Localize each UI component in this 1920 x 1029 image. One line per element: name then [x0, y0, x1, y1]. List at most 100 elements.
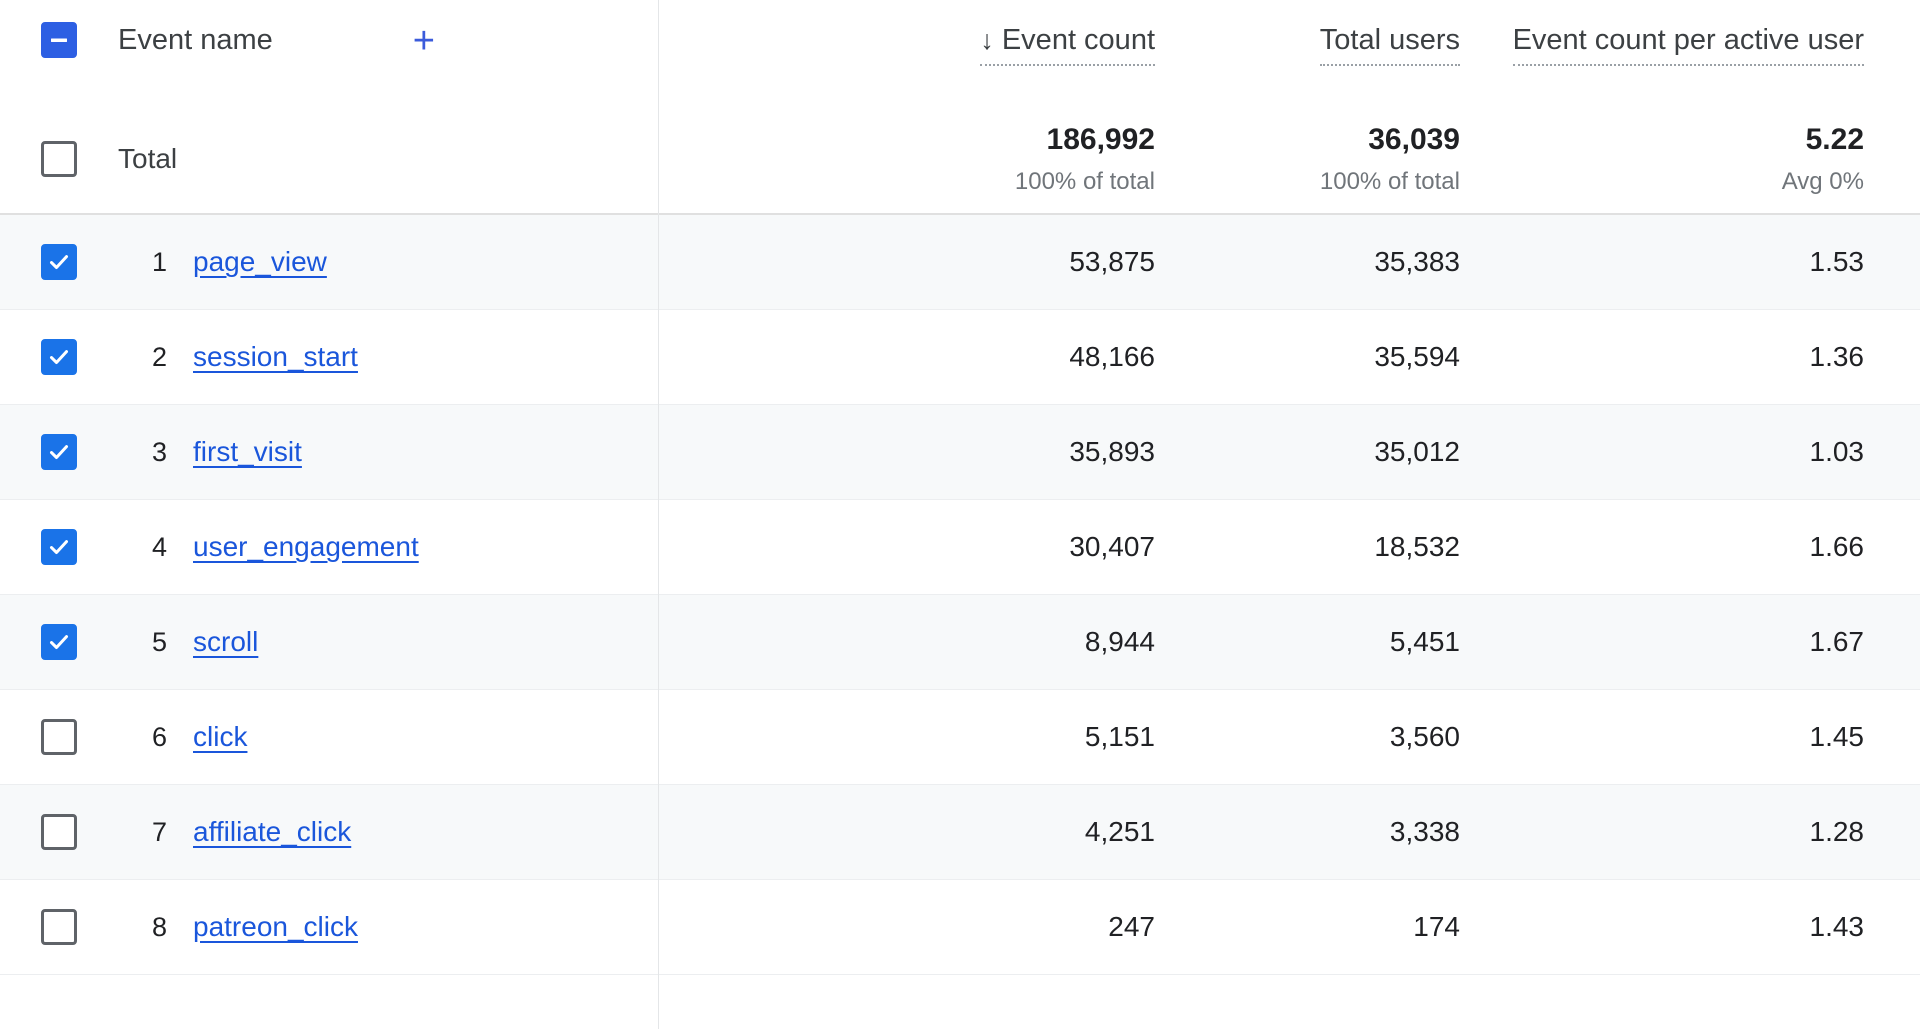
table-row[interactable]: 4 user_engagement 30,407 18,532 1.66 — [0, 500, 1920, 595]
row-checkbox-cell[interactable] — [0, 529, 118, 565]
row-total-users: 3,338 — [1389, 816, 1460, 847]
row-index: 8 — [152, 911, 168, 942]
row-index: 3 — [152, 436, 168, 467]
row-event-name-cell: patreon_click — [193, 911, 855, 943]
total-row-label: Total — [118, 143, 178, 174]
row-total-users: 35,012 — [1374, 436, 1460, 467]
table-row[interactable]: 8 patreon_click 247 174 1.43 — [0, 880, 1920, 975]
row-checkbox[interactable] — [41, 244, 77, 280]
event-name-link[interactable]: click — [193, 721, 247, 752]
row-index: 1 — [152, 246, 168, 277]
table-row[interactable]: 3 first_visit 35,893 35,012 1.03 — [0, 405, 1920, 500]
total-per-active-user-stack: 5.22 Avg 0% — [1460, 123, 1864, 196]
select-all-checkbox-cell[interactable] — [0, 0, 118, 58]
add-dimension-icon[interactable]: + — [413, 22, 435, 60]
row-event-name-cell: first_visit — [193, 436, 855, 468]
event-name-link[interactable]: user_engagement — [193, 531, 419, 562]
row-per-active-user: 1.66 — [1809, 531, 1865, 562]
total-total-users-sub: 100% of total — [1319, 167, 1460, 195]
row-event-name-cell: page_view — [193, 246, 855, 278]
row-checkbox-cell[interactable] — [0, 814, 118, 850]
total-row-checkbox[interactable] — [41, 141, 77, 177]
total-per-active-user-sub: Avg 0% — [1781, 167, 1864, 195]
row-event-count: 5,151 — [1084, 721, 1155, 752]
row-per-active-user: 1.03 — [1809, 436, 1865, 467]
row-checkbox[interactable] — [41, 529, 77, 565]
row-index: 5 — [152, 626, 168, 657]
row-per-active-user: 1.53 — [1809, 246, 1865, 277]
row-event-count: 35,893 — [1069, 436, 1155, 467]
row-checkbox[interactable] — [41, 624, 77, 660]
row-checkbox[interactable] — [41, 909, 77, 945]
metric-header-event-count[interactable]: ↓ Event count — [855, 0, 1155, 66]
event-name-link[interactable]: affiliate_click — [193, 816, 351, 847]
row-index: 7 — [152, 816, 168, 847]
metric-header-event-count-label: Event count — [1001, 24, 1155, 56]
table-row[interactable]: 5 scroll 8,944 5,451 1.67 — [0, 595, 1920, 690]
table-total-row: Total 186,992 100% of total 36,039 100% … — [0, 105, 1920, 215]
row-checkbox-cell[interactable] — [0, 434, 118, 470]
total-event-count-stack: 186,992 100% of total — [855, 123, 1155, 196]
row-event-name-cell: click — [193, 721, 855, 753]
metric-header-per-active-user[interactable]: Event count per active user — [1460, 0, 1920, 66]
row-event-name-cell: session_start — [193, 341, 855, 373]
table-row[interactable]: 7 affiliate_click 4,251 3,338 1.28 — [0, 785, 1920, 880]
event-name-link[interactable]: page_view — [193, 246, 327, 277]
row-per-active-user: 1.45 — [1809, 721, 1865, 752]
metric-header-per-active-user-inner: Event count per active user — [1512, 24, 1864, 66]
event-name-link[interactable]: scroll — [193, 626, 258, 657]
row-event-name-cell: scroll — [193, 626, 855, 658]
row-per-active-user: 1.43 — [1809, 911, 1865, 942]
row-index: 2 — [152, 341, 168, 372]
row-checkbox-cell[interactable] — [0, 719, 118, 755]
metric-header-per-active-user-label: Event count per active user — [1512, 24, 1864, 56]
events-table: Event name + ↓ Event count Total users Ev… — [0, 0, 1920, 1029]
row-total-users: 18,532 — [1374, 531, 1460, 562]
row-checkbox-cell[interactable] — [0, 909, 118, 945]
select-all-checkbox[interactable] — [41, 22, 77, 58]
total-event-count-sub: 100% of total — [1014, 167, 1155, 195]
total-per-active-user-cell: 5.22 Avg 0% — [1460, 123, 1920, 196]
sort-descending-icon[interactable]: ↓ — [980, 25, 994, 56]
table-row[interactable]: 2 session_start 48,166 35,594 1.36 — [0, 310, 1920, 405]
row-checkbox-cell[interactable] — [0, 244, 118, 280]
row-event-count: 247 — [1108, 911, 1155, 942]
event-name-link[interactable]: session_start — [193, 341, 358, 372]
metric-header-event-count-inner: ↓ Event count — [980, 24, 1155, 66]
total-total-users-value: 36,039 — [1368, 122, 1460, 156]
row-per-active-user: 1.67 — [1809, 626, 1865, 657]
total-event-count-value: 186,992 — [1046, 122, 1155, 156]
row-total-users: 174 — [1413, 911, 1460, 942]
table-row[interactable]: 6 click 5,151 3,560 1.45 — [0, 690, 1920, 785]
row-event-count: 8,944 — [1084, 626, 1155, 657]
row-checkbox[interactable] — [41, 434, 77, 470]
metric-header-total-users[interactable]: Total users — [1155, 0, 1460, 66]
metric-header-total-users-inner: Total users — [1319, 24, 1460, 66]
dimension-header[interactable]: Event name + — [118, 0, 855, 60]
total-checkbox-cell[interactable] — [0, 141, 118, 177]
metric-header-total-users-label: Total users — [1319, 24, 1460, 56]
total-total-users-cell: 36,039 100% of total — [1155, 123, 1460, 196]
row-event-count: 4,251 — [1084, 816, 1155, 847]
row-checkbox[interactable] — [41, 339, 77, 375]
row-index: 6 — [152, 721, 168, 752]
row-event-name-cell: user_engagement — [193, 531, 855, 563]
table-row[interactable]: 1 page_view 53,875 35,383 1.53 — [0, 215, 1920, 310]
row-total-users: 3,560 — [1389, 721, 1460, 752]
column-divider — [658, 0, 659, 1029]
row-event-name-cell: affiliate_click — [193, 816, 855, 848]
row-checkbox[interactable] — [41, 719, 77, 755]
row-checkbox[interactable] — [41, 814, 77, 850]
row-per-active-user: 1.28 — [1809, 816, 1865, 847]
row-index: 4 — [152, 531, 168, 562]
row-event-count: 53,875 — [1069, 246, 1155, 277]
event-name-link[interactable]: first_visit — [193, 436, 302, 467]
row-total-users: 5,451 — [1389, 626, 1460, 657]
row-checkbox-cell[interactable] — [0, 624, 118, 660]
row-per-active-user: 1.36 — [1809, 341, 1865, 372]
row-checkbox-cell[interactable] — [0, 339, 118, 375]
total-event-count-cell: 186,992 100% of total — [855, 123, 1155, 196]
row-total-users: 35,383 — [1374, 246, 1460, 277]
event-name-link[interactable]: patreon_click — [193, 911, 358, 942]
row-total-users: 35,594 — [1374, 341, 1460, 372]
